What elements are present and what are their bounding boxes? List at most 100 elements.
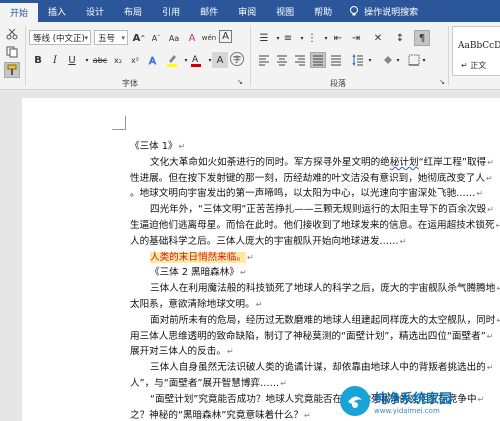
bold-button[interactable]: B [30, 52, 46, 68]
paragraph-mark-icon: ↵ [495, 221, 500, 230]
cut-icon[interactable] [4, 26, 20, 42]
document-line[interactable]: 人”，与“面壁者”展开智慧博弈……↵ [130, 375, 287, 389]
paragraph-group-label: 段落 [330, 79, 346, 88]
document-line[interactable]: 人类的末日悄然来临。↵ [150, 249, 254, 263]
align-right-icon[interactable] [292, 52, 308, 68]
style-sample-text: AaBbCcDc [458, 41, 500, 51]
tell-me-label: 操作说明搜索 [364, 7, 419, 18]
superscript-button[interactable]: x² [127, 52, 143, 68]
document-line[interactable]: 性进展。但在按下发射键的那一刻，历经劫难的叶文洁没有意识到，她彻底改变了人↵ [130, 170, 493, 184]
document-line[interactable]: 面对前所未有的危局，经历过无数磨难的地球人组建起同样庞大的太空舰队，同时↵ [150, 312, 500, 326]
tab-1[interactable]: 插入 [38, 0, 76, 22]
tab-2[interactable]: 设计 [76, 0, 114, 22]
clipboard-group [0, 22, 24, 90]
distribute-icon[interactable] [328, 52, 344, 68]
enclosed-character-icon[interactable]: 字 [230, 52, 244, 66]
document-line[interactable]: 用三体人思维透明的致命缺陷，制订了神秘莫测的“面壁计划”，精选出四位“面壁者”↵ [130, 328, 493, 342]
paragraph-mark-icon: ↵ [246, 252, 254, 262]
paragraph-mark-icon: ↵ [487, 205, 494, 215]
document-line[interactable]: 生逼迫他们逃离母星。而恰在此时。他们接收到了地球发来的信息。在运用超技术锁死↵ [130, 217, 500, 231]
tab-5[interactable]: 邮件 [190, 0, 228, 22]
paragraph-mark-icon: ↵ [486, 331, 494, 341]
change-case-icon[interactable]: Aa [166, 30, 182, 46]
paragraph-mark-icon: ↵ [476, 189, 484, 199]
paragraph-mark-icon: ↵ [399, 236, 407, 246]
document-line[interactable]: 人的基础科学之后。三体人庞大的宇宙舰队开始向地球进发……↵ [130, 233, 406, 247]
document-line[interactable]: 四光年外，“三体文明”正苦苦挣扎——三颗无规则运行的太阳主导下的百余次毁↵ [150, 201, 494, 215]
watermark-logo: 纯净系统家园 www.yidaimei.com [340, 384, 500, 418]
watermark-url: www.yidaimei.com [374, 406, 440, 415]
align-left-icon[interactable] [256, 52, 272, 68]
document-line[interactable]: 《三体 1》↵ [130, 138, 185, 152]
style-name-label: ↵ 正文 [461, 61, 487, 70]
tab-6[interactable]: 审阅 [228, 0, 266, 22]
paragraph-mark-icon: ↵ [239, 268, 247, 278]
ribbon: 等线 (中文正) ▾ 五号 ▾ A ^ Aˇ Aa A wén A B I U ▾… [0, 22, 500, 90]
document-line[interactable]: 三体人在利用魔法般的科技锁死了地球人的科学之后，庞大的宇宙舰队杀气腾腾地↵ [150, 280, 500, 294]
document-body[interactable]: 《三体 1》↵ 文化大革命如火如荼进行的同时。军方探寻外星文明的绝秘计划“红岸工程… [130, 138, 500, 421]
tab-8[interactable]: 帮助 [304, 0, 342, 22]
paragraph-mark-icon: ↵ [304, 410, 311, 420]
tab-7[interactable]: 视图 [266, 0, 304, 22]
style-gallery-normal[interactable]: AaBbCcDc ↵ 正文 [452, 26, 500, 76]
document-line[interactable]: 《三体 2 黑暗森林》↵ [150, 264, 247, 278]
font-size-value: 五号 [98, 33, 116, 44]
document-line[interactable]: 太阳系，意欲清除地球文明。↵ [130, 296, 262, 310]
paragraph-mark-icon: ↵ [496, 284, 500, 294]
copy-icon[interactable] [4, 44, 20, 60]
tab-0[interactable]: 开始 [0, 3, 39, 22]
underline-button[interactable]: U [64, 52, 80, 68]
paragraph-mark-icon: ↵ [226, 347, 234, 357]
show-marks-icon[interactable]: ¶ [414, 30, 430, 46]
document-line[interactable]: 三体人自身虽然无法识破人类的诡谲计谋，却依靠由地球人中的背叛者挑选出的↵ [150, 359, 493, 373]
paragraph-mark-icon: ↵ [487, 157, 494, 167]
font-size-dropdown[interactable]: 五号 ▾ [94, 30, 128, 45]
character-shading-icon[interactable]: A [212, 52, 228, 68]
chinese-layout-icon[interactable]: ✕ [370, 30, 386, 46]
chevron-down-icon: ▾ [84, 34, 88, 42]
chevron-down-icon: ▾ [121, 34, 125, 42]
document-line[interactable]: 文化大革命如火如荼进行的同时。军方探寻外星文明的绝秘计划“红岸工程”取得↵ [150, 154, 494, 168]
svg-text:A: A [192, 55, 199, 65]
decrease-indent-icon[interactable]: ⇤ [330, 30, 346, 46]
justify-icon[interactable] [310, 52, 326, 68]
phonetic-guide-icon[interactable]: wén [201, 30, 217, 46]
paragraph-mark-icon: ↵ [496, 315, 500, 325]
paragraph-mark-icon: ↵ [486, 363, 494, 373]
shading-chevron-icon[interactable]: ▾ [394, 52, 402, 68]
clear-format-icon[interactable]: A [184, 30, 200, 46]
lightbulb-icon [350, 6, 359, 16]
strikethrough-button[interactable]: abc [90, 52, 110, 68]
paragraph-mark-icon: ↵ [255, 300, 263, 309]
document-page[interactable]: 《三体 1》↵ 文化大革命如火如荼进行的同时。军方探寻外星文明的绝秘计划“红岸工程… [22, 98, 500, 421]
document-area: 《三体 1》↵ 文化大革命如火如荼进行的同时。军方探寻外星文明的绝秘计划“红岸工程… [0, 90, 500, 421]
subscript-button[interactable]: x₂ [110, 52, 126, 68]
margin-corner-mark [112, 116, 126, 130]
increase-indent-icon[interactable]: ⇥ [348, 30, 364, 46]
font-dialog-launcher-icon[interactable]: ↘ [232, 74, 248, 90]
watermark-logo-icon [340, 386, 370, 416]
document-line[interactable]: 展开对三体人的反击。↵ [130, 343, 234, 357]
font-name-value: 等线 (中文正) [33, 33, 85, 44]
document-line[interactable]: 。地球文明向宇宙发出的第一声啼鸣，以太阳为中心，以光速向宇宙深处飞驰……↵ [130, 185, 483, 199]
line-spacing-chevron-icon[interactable]: ▾ [366, 52, 374, 68]
font-name-dropdown[interactable]: 等线 (中文正) ▾ [29, 30, 91, 45]
text-effects-icon[interactable]: A [146, 52, 162, 68]
tab-4[interactable]: 引用 [152, 0, 190, 22]
italic-button[interactable]: I [47, 52, 63, 68]
tell-me-search[interactable]: 操作说明搜索 [342, 0, 418, 22]
grow-font-icon[interactable]: A ^ [131, 30, 147, 46]
sort-icon[interactable]: ↕ [392, 30, 408, 46]
font-group-label: 字体 [122, 79, 138, 88]
line-spacing-icon[interactable] [350, 52, 366, 68]
shrink-font-icon[interactable]: Aˇ [148, 30, 164, 46]
paragraph-mark-icon: ↵ [178, 142, 186, 151]
format-painter-icon[interactable] [4, 62, 20, 78]
document-line[interactable]: 之？神秘的“黑暗森林”究竟意味着什么？↵ [130, 407, 311, 421]
ribbon-tab-bar: 开始 插入 设计 布局 引用 邮件 审阅 视图 帮助 操作说明搜索 [0, 0, 500, 22]
character-border-icon[interactable]: A [219, 30, 232, 43]
tab-3[interactable]: 布局 [114, 0, 152, 22]
borders-chevron-icon[interactable]: ▾ [420, 52, 428, 68]
align-center-icon[interactable] [274, 52, 290, 68]
paragraph-mark-icon: ↵ [485, 173, 493, 183]
